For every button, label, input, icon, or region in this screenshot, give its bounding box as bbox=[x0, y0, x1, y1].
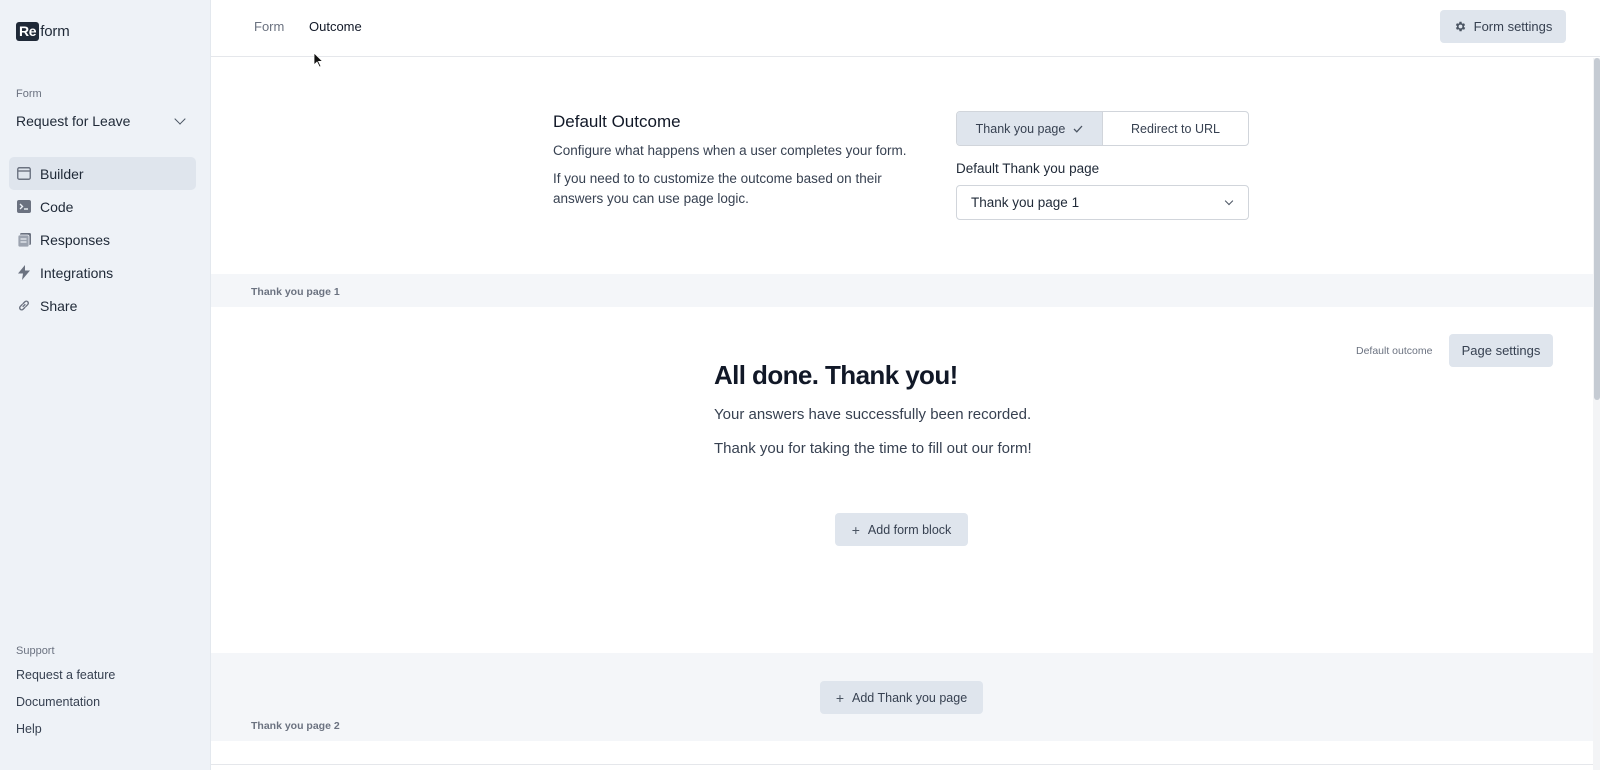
thank-you-page-2-label: Thank you page 2 bbox=[251, 720, 340, 732]
thank-you-paragraph-1[interactable]: Your answers have successfully been reco… bbox=[714, 406, 1031, 423]
sidebar-item-integrations[interactable]: Integrations bbox=[9, 256, 196, 289]
request-feature-link[interactable]: Request a feature bbox=[16, 668, 115, 695]
thank-you-paragraph-2[interactable]: Thank you for taking the time to fill ou… bbox=[714, 440, 1032, 457]
add-thank-you-page-button[interactable]: + Add Thank you page bbox=[820, 681, 983, 714]
default-outcome-description: Configure what happens when a user compl… bbox=[553, 143, 907, 158]
form-settings-label: Form settings bbox=[1473, 19, 1553, 34]
tab-form[interactable]: Form bbox=[254, 19, 284, 34]
divider bbox=[211, 764, 1593, 765]
sidebar-item-builder[interactable]: Builder bbox=[9, 157, 196, 190]
documentation-link[interactable]: Documentation bbox=[16, 695, 115, 722]
code-icon bbox=[17, 200, 31, 214]
app-logo[interactable]: Re form bbox=[16, 22, 70, 41]
sidebar-item-code[interactable]: Code bbox=[9, 190, 196, 223]
top-bar: Form Outcome Form settings bbox=[211, 0, 1600, 57]
add-thank-you-page-label: Add Thank you page bbox=[852, 690, 968, 705]
plus-icon: + bbox=[851, 521, 860, 538]
thank-you-page-option[interactable]: Thank you page bbox=[957, 112, 1103, 145]
page-settings-button[interactable]: Page settings bbox=[1449, 334, 1553, 367]
sidebar-item-label: Code bbox=[40, 198, 74, 215]
thank-you-heading[interactable]: All done. Thank you! bbox=[714, 360, 958, 391]
sidebar-item-label: Integrations bbox=[40, 264, 114, 281]
chevron-down-icon bbox=[1224, 196, 1234, 205]
sidebar-item-label: Builder bbox=[40, 165, 84, 182]
bolt-icon bbox=[17, 265, 31, 280]
sidebar-item-label: Responses bbox=[40, 231, 111, 248]
default-outcome-tag: Default outcome bbox=[1356, 345, 1433, 357]
gear-icon bbox=[1455, 21, 1465, 32]
scrollbar-thumb[interactable] bbox=[1594, 58, 1600, 400]
plus-icon: + bbox=[835, 689, 845, 706]
tab-outcome[interactable]: Outcome bbox=[309, 19, 362, 34]
default-thank-you-page-label: Default Thank you page bbox=[956, 161, 1100, 176]
option-label: Redirect to URL bbox=[1131, 121, 1220, 136]
check-icon bbox=[1073, 125, 1083, 133]
form-selector-label: Form bbox=[16, 88, 42, 100]
support-links: Request a feature Documentation Help bbox=[16, 668, 115, 749]
logo-mark: Re bbox=[16, 22, 40, 41]
mouse-cursor-icon bbox=[314, 53, 324, 68]
chevron-down-icon bbox=[174, 113, 186, 125]
help-link[interactable]: Help bbox=[16, 722, 115, 749]
sidebar: Re form Form Request for Leave Builder C… bbox=[0, 0, 211, 770]
redirect-url-option[interactable]: Redirect to URL bbox=[1103, 112, 1248, 145]
thank-you-page-1-label: Thank you page 1 bbox=[251, 286, 340, 298]
default-outcome-description-2: If you need to to customize the outcome … bbox=[553, 171, 882, 206]
form-selector[interactable]: Request for Leave bbox=[16, 110, 190, 132]
link-icon bbox=[17, 299, 31, 313]
option-label: Thank you page bbox=[975, 121, 1066, 136]
logo-text: form bbox=[40, 23, 70, 40]
form-selector-value: Request for Leave bbox=[16, 113, 131, 129]
thank-you-page-1-header: Thank you page 1 bbox=[211, 274, 1593, 307]
builder-icon bbox=[17, 167, 31, 181]
sidebar-nav: Builder Code Responses Integrations Shar… bbox=[9, 157, 196, 322]
default-outcome-title: Default Outcome bbox=[553, 112, 681, 131]
support-label: Support bbox=[16, 645, 55, 657]
outcome-type-toggle: Thank you page Redirect to URL bbox=[956, 111, 1249, 146]
select-value: Thank you page 1 bbox=[971, 195, 1080, 210]
default-thank-you-page-select[interactable]: Thank you page 1 bbox=[956, 185, 1249, 220]
responses-icon bbox=[17, 232, 31, 247]
sidebar-item-label: Share bbox=[40, 297, 78, 314]
form-settings-button[interactable]: Form settings bbox=[1440, 10, 1566, 43]
sidebar-item-share[interactable]: Share bbox=[9, 289, 196, 322]
add-form-block-label: Add form block bbox=[867, 522, 952, 537]
sidebar-item-responses[interactable]: Responses bbox=[9, 223, 196, 256]
add-form-block-button[interactable]: + Add form block bbox=[835, 513, 968, 546]
